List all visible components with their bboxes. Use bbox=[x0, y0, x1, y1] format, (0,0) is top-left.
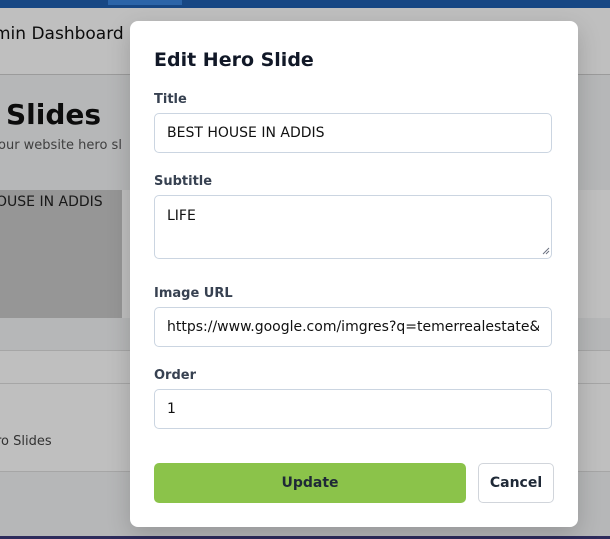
update-button[interactable]: Update bbox=[154, 463, 466, 503]
resize-handle-icon[interactable] bbox=[542, 247, 550, 255]
order-input[interactable] bbox=[154, 389, 552, 429]
title-label: Title bbox=[154, 92, 187, 107]
subtitle-textarea[interactable]: LIFE bbox=[154, 195, 552, 259]
order-label: Order bbox=[154, 368, 196, 383]
image-url-label: Image URL bbox=[154, 286, 233, 301]
subtitle-label: Subtitle bbox=[154, 174, 213, 189]
dialog-title: Edit Hero Slide bbox=[154, 49, 314, 71]
image-url-input[interactable] bbox=[154, 307, 552, 347]
title-input[interactable] bbox=[154, 113, 552, 153]
edit-hero-slide-dialog: Edit Hero Slide Title Subtitle LIFE Imag… bbox=[130, 21, 578, 527]
cancel-button[interactable]: Cancel bbox=[478, 463, 554, 503]
